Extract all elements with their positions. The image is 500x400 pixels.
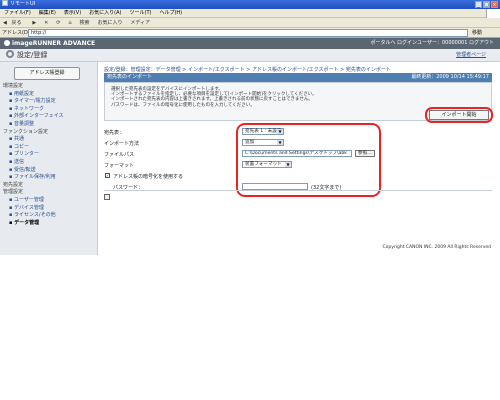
chevron-down-icon: ▼: [277, 129, 283, 134]
path-label: ファイルパス: [104, 152, 135, 158]
media-button[interactable]: メディア: [127, 18, 153, 28]
sidebar-item-label: デバイス管理: [13, 204, 44, 211]
menu-help[interactable]: ヘルプ(H): [155, 9, 186, 18]
sidebar-section: 環境設定: [3, 83, 24, 89]
chevron-down-icon: ▼: [277, 140, 283, 145]
password-input[interactable]: [242, 183, 308, 190]
last-updated: 最終更新：2009 10/14 15:49:17: [411, 74, 489, 80]
sidebar-item-label: ユーザー管理: [13, 196, 44, 203]
method-select[interactable]: 追加 ▼: [242, 139, 284, 146]
header-links[interactable]: ポータルへ ログインユーザー：00000001 ログアウト: [370, 38, 494, 49]
breadcrumb[interactable]: 設定/登録：管理設定：データ管理 > インポート/エクスポート > アドレス帳の…: [104, 66, 391, 73]
windows-logo-icon: [486, 9, 500, 18]
address-bar: アドレス(D) http:// 移動: [0, 28, 500, 38]
manager-page-link[interactable]: 管理者ページ: [456, 49, 486, 62]
browser-toolbar: ◀ 戻る ▶ ✕ ⟳ ⌂ 検索 お気に入り メディア: [0, 18, 500, 28]
sidebar-item[interactable]: ▪ 音量調整: [3, 121, 95, 129]
encrypt-checkbox[interactable]: ✓: [105, 173, 110, 178]
sidebar-list: 環境設定 ▪ 用紙設定 ▪ タイマー/電力設定 ▪ ネットワーク ▪ 外部インターフェイ…: [3, 83, 95, 227]
menu-view[interactable]: 表示(V): [60, 9, 85, 18]
brand-name: imageRUNNER ADVANCE: [12, 40, 96, 47]
maximize-button[interactable]: □: [483, 1, 490, 8]
page-header: imageRUNNER ADVANCE ポータルへ ログインユーザー：00000…: [0, 38, 500, 49]
search-button[interactable]: 検索: [77, 18, 93, 28]
sidebar-item[interactable]: ▪ タイマー/電力設定: [3, 98, 95, 106]
page-title: 設定/登録: [6, 49, 47, 62]
sidebar-item-label: 外部インターフェイス: [13, 113, 64, 120]
menu-tools[interactable]: ツール(T): [126, 9, 156, 18]
panel-title: 宛先表のインポート: [107, 74, 153, 80]
brand: imageRUNNER ADVANCE: [4, 38, 95, 49]
sidebar-item[interactable]: ▪ 共通: [3, 136, 95, 144]
settings-icon: [6, 50, 14, 58]
format-select[interactable]: 装置フォーマット ▼: [242, 161, 292, 168]
sidebar-item-label: 共通: [13, 136, 24, 143]
browse-button[interactable]: 参照...: [355, 150, 375, 157]
address-label: アドレス(D): [2, 30, 30, 36]
sidebar-item-label: プリンター: [13, 151, 39, 158]
sidebar-item[interactable]: ▪ 外部インターフェイス: [3, 113, 95, 121]
menu-favorites[interactable]: お気に入り(A): [85, 9, 125, 18]
sidebar-item[interactable]: ▪ ユーザー管理: [3, 197, 95, 205]
address-book-button[interactable]: アドレス帳登録: [14, 67, 80, 80]
sub-header: 設定/登録 管理者ページ: [0, 49, 500, 62]
refresh-button[interactable]: ⟳: [53, 18, 63, 28]
forward-button[interactable]: ▶: [29, 18, 39, 28]
addr-list-value: 宛先表 1 : 未設定: [245, 129, 282, 134]
sidebar: アドレス帳登録 環境設定 ▪ 用紙設定 ▪ タイマー/電力設定 ▪ ネットワーク ▪ 外…: [0, 62, 98, 255]
sidebar-item[interactable]: ▪ ファイル保存/利用: [3, 174, 95, 182]
page-title-text: 設定/登録: [17, 51, 48, 59]
sidebar-item[interactable]: ▪ 受信/転送: [3, 167, 95, 175]
sidebar-item-label: 送信: [13, 158, 24, 165]
sidebar-item-label: ファイル保存/利用: [13, 174, 56, 181]
encrypt-label: アドレス帳の暗号化を使用する: [113, 174, 184, 180]
sidebar-item-label: コピー: [13, 143, 29, 150]
stop-button[interactable]: ✕: [41, 18, 51, 28]
home-button[interactable]: ⌂: [65, 18, 74, 28]
sidebar-item-label: 音量調整: [13, 120, 34, 127]
method-value: 追加: [245, 140, 255, 145]
close-button[interactable]: ×: [491, 1, 498, 8]
sidebar-item[interactable]: ▪ デバイス管理: [3, 205, 95, 213]
brand-logo-icon: [4, 40, 10, 46]
copyright: Copyright CANON INC. 2009 All Rights Res…: [382, 245, 491, 250]
minimize-button[interactable]: _: [475, 1, 482, 8]
browser-icon: [2, 0, 8, 6]
back-button[interactable]: ◀ 戻る: [0, 18, 27, 28]
go-button[interactable]: 移動: [472, 29, 496, 37]
sidebar-item-label: ライセンス/その他: [13, 212, 56, 219]
favorites-button[interactable]: お気に入り: [94, 18, 125, 28]
divider: [104, 190, 492, 191]
chevron-down-icon: ▼: [285, 162, 291, 167]
format-value: 装置フォーマット: [245, 162, 282, 167]
back-label: 戻る: [11, 20, 22, 26]
address-input[interactable]: http://: [28, 29, 468, 37]
sidebar-item[interactable]: ▪ プリンター: [3, 151, 95, 159]
sidebar-item-label: 受信/転送: [13, 166, 36, 173]
menu-file[interactable]: ファイル(F): [0, 9, 35, 18]
page-top-icon[interactable]: [104, 194, 110, 200]
menu-bar: ファイル(F) 編集(E) 表示(V) お気に入り(A) ツール(T) ヘルプ(H): [0, 9, 500, 18]
sidebar-section: 管理設定: [3, 189, 24, 196]
sidebar-item[interactable]: ▪ ライセンス/その他: [3, 212, 95, 220]
sidebar-item-label: ネットワーク: [13, 105, 44, 112]
menu-edit[interactable]: 編集(E): [35, 9, 60, 18]
addr-list-label: 宛先表：: [104, 130, 125, 136]
file-path-input[interactable]: C:\Documents and Settings\デスクトップ\abk: [242, 150, 352, 157]
panel-header: 宛先表のインポート 最終更新：2009 10/14 15:49:17: [104, 73, 492, 82]
addr-list-select[interactable]: 宛先表 1 : 未設定 ▼: [242, 128, 284, 135]
sidebar-item-label: データ管理: [14, 219, 40, 226]
sidebar-item[interactable]: ▪ データ管理: [3, 220, 95, 228]
window-title: リモートUI: [10, 1, 36, 7]
main-content: 設定/登録：管理設定：データ管理 > インポート/エクスポート > アドレス帳の…: [99, 62, 497, 255]
blank-area: [0, 255, 500, 400]
window-titlebar: リモートUI _ □ ×: [0, 0, 500, 9]
sidebar-item[interactable]: ▪ 送信: [3, 159, 95, 167]
method-label: インポート方法: [104, 141, 140, 147]
start-import-button[interactable]: インポート開始: [429, 110, 489, 120]
sidebar-item-label: 用紙設定: [13, 90, 34, 97]
sidebar-item-label: タイマー/電力設定: [13, 98, 56, 105]
format-label: フォーマット: [104, 163, 135, 169]
